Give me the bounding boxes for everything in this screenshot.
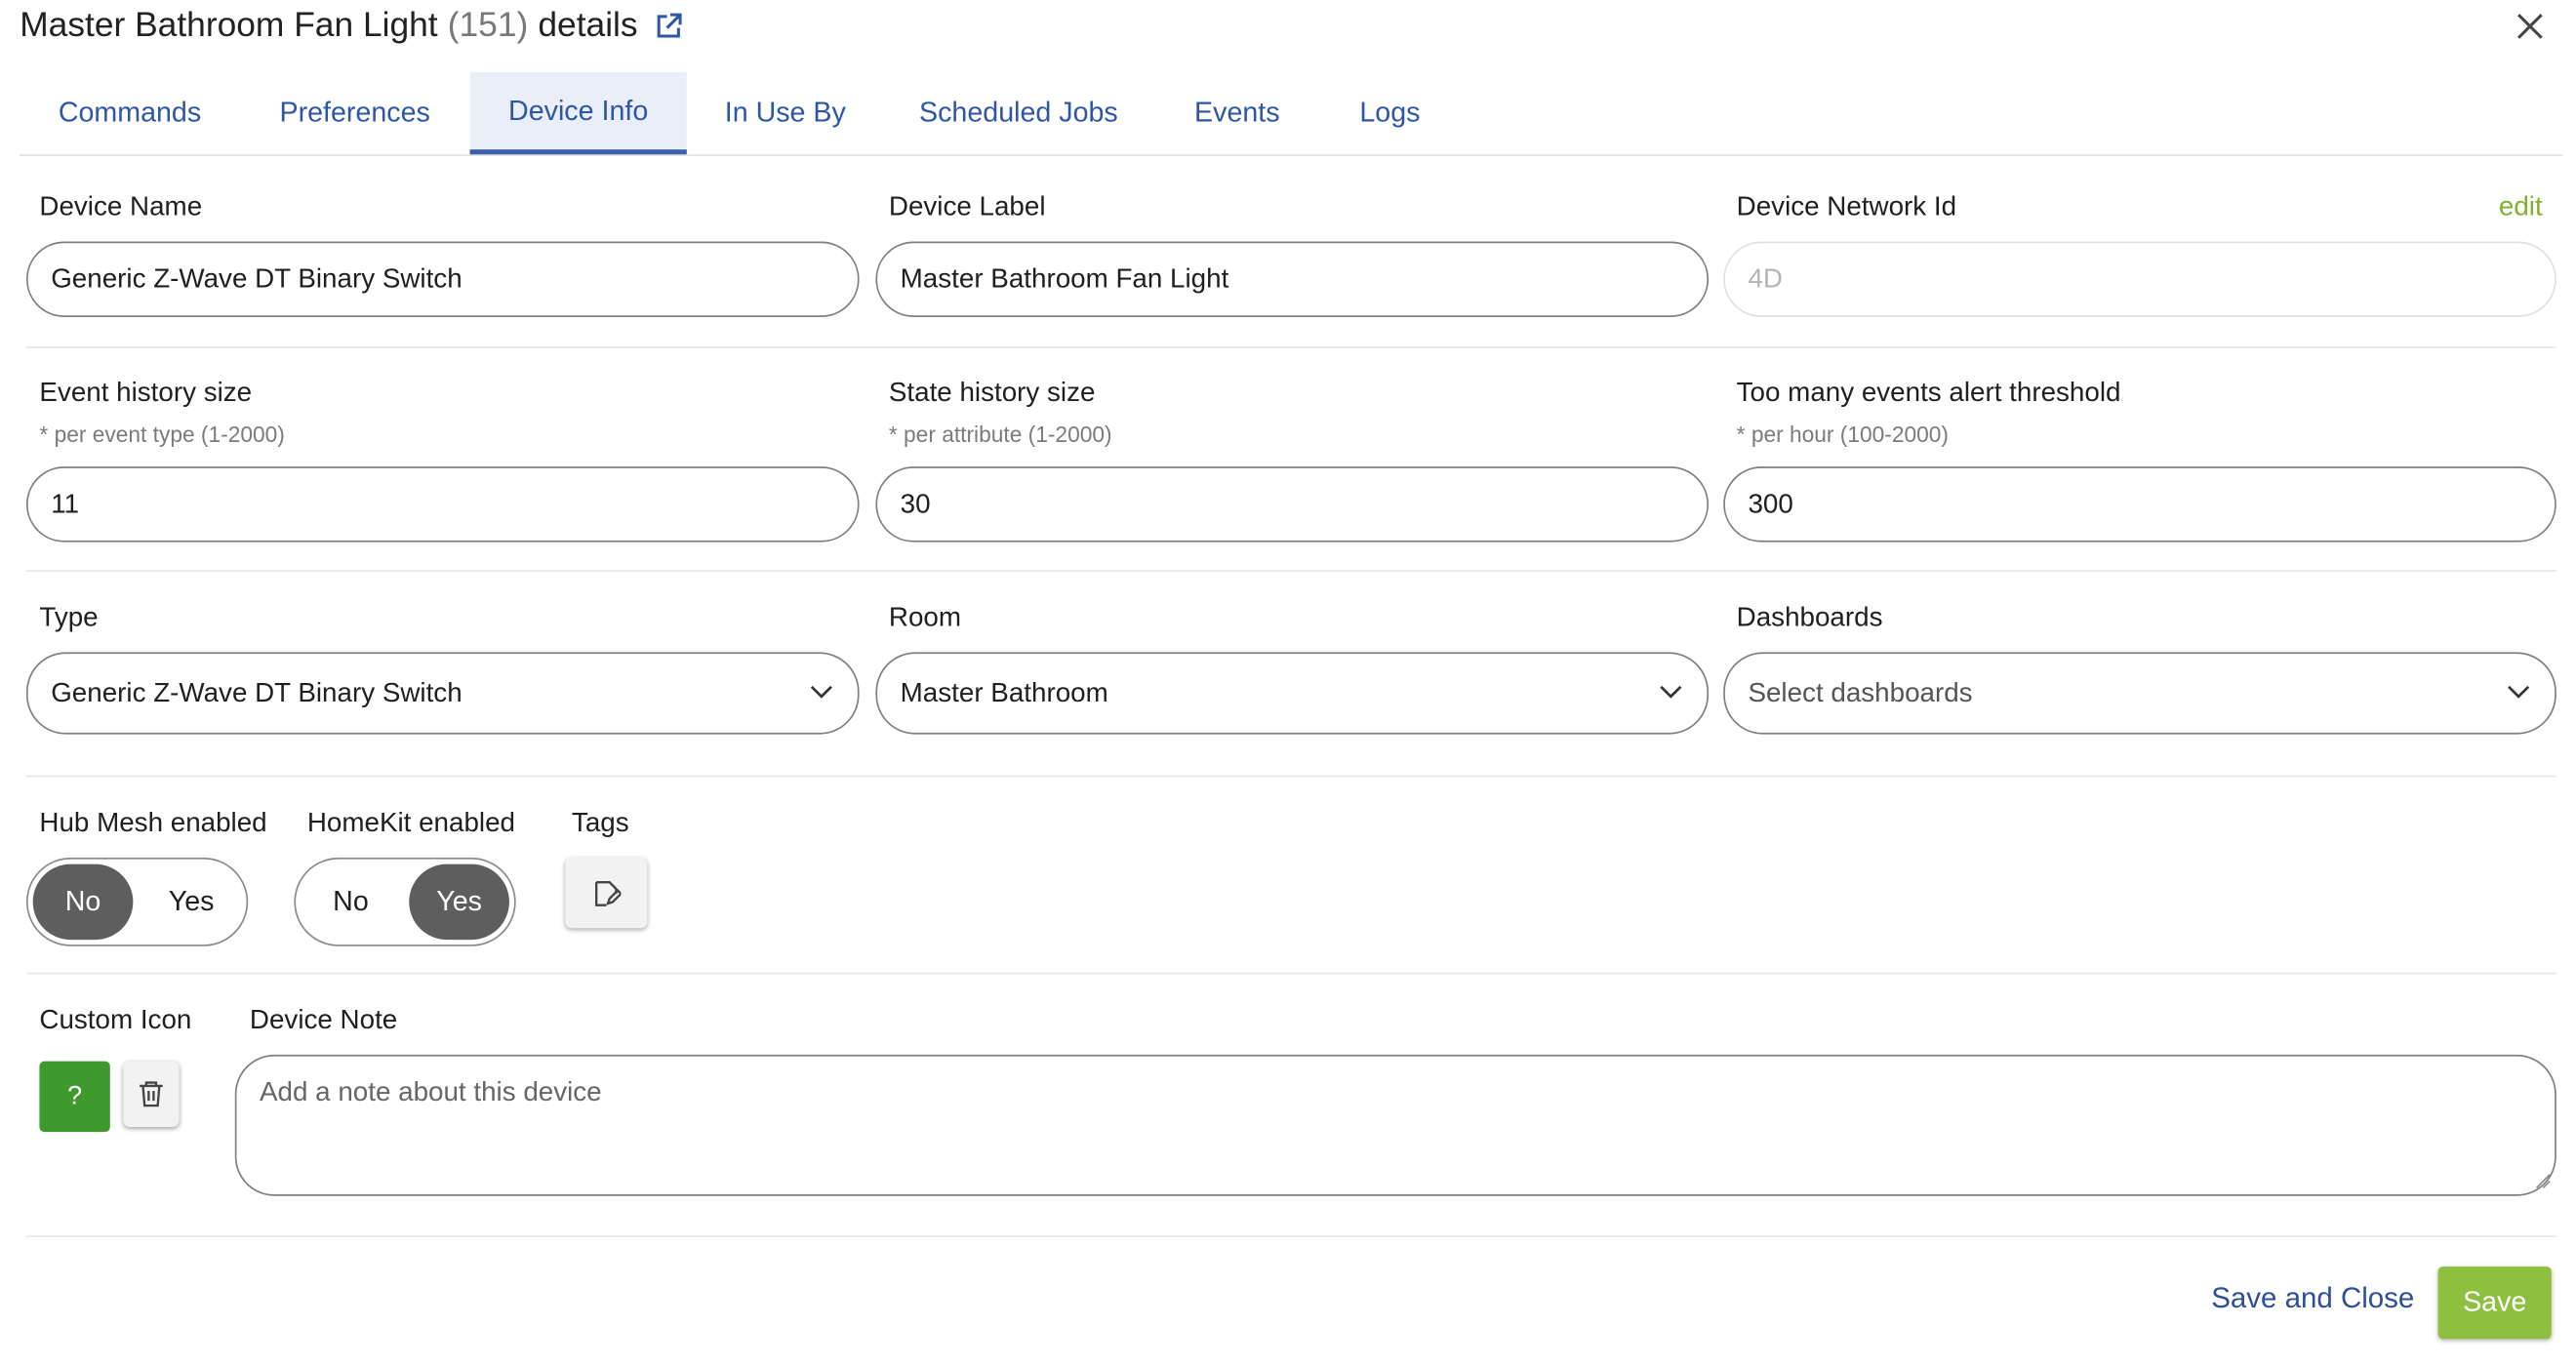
event-history-hint: * per event type (1-2000) (39, 422, 285, 447)
tab-logs[interactable]: Logs (1321, 72, 1459, 154)
custom-icon-button[interactable]: ? (39, 1061, 110, 1133)
tab-commands[interactable]: Commands (20, 72, 240, 154)
external-link-icon[interactable] (654, 12, 683, 41)
tab-preferences[interactable]: Preferences (240, 72, 470, 154)
device-name-label: Device Name (39, 191, 203, 222)
network-id-edit-link[interactable]: edit (2499, 192, 2543, 223)
delete-icon-button[interactable] (123, 1061, 180, 1128)
dashboards-placeholder: Select dashboards (1748, 677, 1973, 707)
device-name-input[interactable]: Generic Z-Wave DT Binary Switch (25, 241, 860, 317)
dashboards-select[interactable]: Select dashboards (1723, 652, 2556, 735)
divider (25, 346, 2556, 348)
homekit-no-option[interactable]: No (301, 864, 401, 940)
divider (25, 775, 2556, 778)
edit-tags-button[interactable] (565, 857, 648, 929)
alert-threshold-hint: * per hour (100-2000) (1736, 422, 1950, 447)
state-history-input[interactable]: 30 (875, 466, 1710, 543)
room-select[interactable]: Master Bathroom (875, 652, 1710, 735)
device-label-label: Device Label (888, 191, 1046, 222)
divider (25, 1235, 2556, 1237)
device-note-textarea[interactable] (234, 1054, 2556, 1196)
tab-scheduled-jobs[interactable]: Scheduled Jobs (884, 72, 1153, 154)
tab-bar: Commands Preferences Device Info In Use … (20, 72, 2563, 156)
alert-threshold-input[interactable]: 300 (1723, 466, 2556, 543)
save-and-close-button[interactable]: Save and Close (2211, 1281, 2414, 1315)
room-label: Room (888, 602, 961, 633)
chevron-down-icon (1660, 685, 1682, 699)
state-history-label: State history size (888, 378, 1096, 408)
hub-mesh-toggle[interactable]: No Yes (25, 857, 249, 946)
hub-mesh-label: Hub Mesh enabled (39, 808, 267, 838)
resize-grip-icon[interactable] (2535, 1173, 2552, 1189)
tags-label: Tags (571, 808, 629, 838)
hub-mesh-yes-option[interactable]: Yes (141, 864, 242, 940)
save-button[interactable]: Save (2437, 1266, 2552, 1340)
network-id-label: Device Network Id (1736, 191, 1957, 222)
homekit-label: HomeKit enabled (306, 808, 515, 838)
chevron-down-icon (2508, 685, 2530, 699)
hub-mesh-no-option[interactable]: No (32, 864, 134, 941)
event-history-label: Event history size (39, 378, 253, 408)
homekit-yes-option[interactable]: Yes (409, 864, 509, 941)
type-value: Generic Z-Wave DT Binary Switch (51, 677, 463, 707)
custom-icon-label: Custom Icon (39, 1005, 192, 1035)
close-icon[interactable] (2511, 7, 2550, 46)
state-history-hint: * per attribute (1-2000) (888, 422, 1112, 447)
divider (25, 570, 2556, 572)
device-title: Master Bathroom Fan Light (20, 6, 438, 45)
room-value: Master Bathroom (900, 677, 1108, 707)
event-history-input[interactable]: 11 (25, 466, 860, 543)
device-label-input[interactable]: Master Bathroom Fan Light (875, 241, 1710, 317)
tab-device-info[interactable]: Device Info (469, 72, 687, 155)
tab-in-use-by[interactable]: In Use By (687, 72, 884, 154)
device-note-label: Device Note (249, 1005, 398, 1035)
edit-tag-icon (595, 880, 622, 906)
device-details-dialog: Master Bathroom Fan Light (151) details … (0, 0, 2576, 1356)
title-suffix: details (538, 6, 638, 45)
device-id-count: (151) (447, 6, 529, 45)
type-select[interactable]: Generic Z-Wave DT Binary Switch (25, 652, 860, 735)
chevron-down-icon (810, 685, 832, 699)
tab-events[interactable]: Events (1153, 72, 1321, 154)
dialog-title: Master Bathroom Fan Light (151) details (20, 0, 684, 53)
type-label: Type (39, 602, 99, 633)
homekit-toggle[interactable]: No Yes (294, 857, 516, 946)
dashboards-label: Dashboards (1736, 602, 1883, 633)
trash-icon (140, 1081, 163, 1107)
alert-threshold-label: Too many events alert threshold (1736, 378, 2121, 408)
divider (25, 972, 2556, 975)
network-id-input: 4D (1723, 241, 2556, 317)
